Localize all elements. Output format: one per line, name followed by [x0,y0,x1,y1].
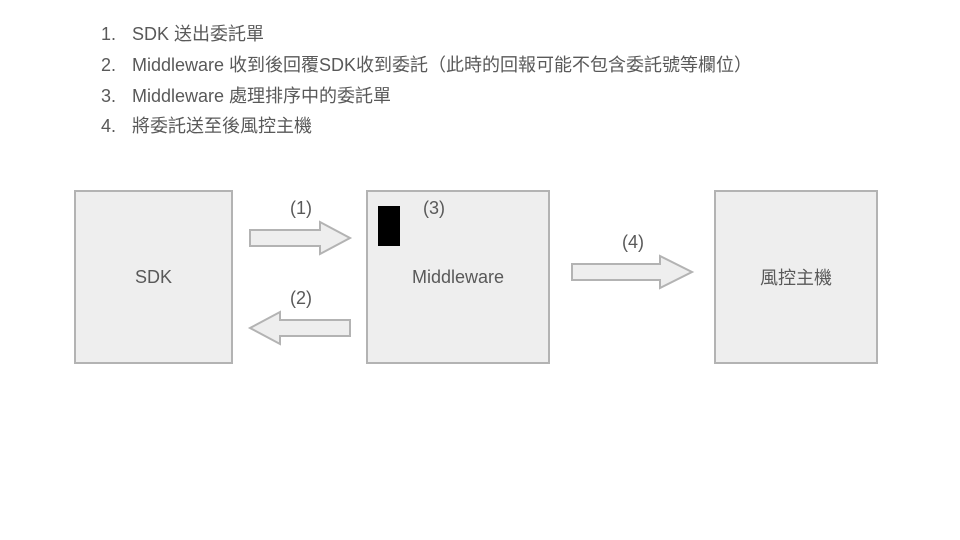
list-number: 3. [80,82,132,111]
list-text: 將委託送至後風控主機 [132,112,312,141]
arrow-3-label: (3) [414,198,454,219]
list-number: 4. [80,112,132,141]
step-list: 1. SDK 送出委託單 2. Middleware 收到後回覆SDK收到委託（… [80,20,752,143]
list-text: Middleware 處理排序中的委託單 [132,82,391,111]
box-sdk-label: SDK [135,267,172,288]
arrow-4-label: (4) [618,232,648,253]
list-item: 2. Middleware 收到後回覆SDK收到委託（此時的回報可能不包含委託號… [80,51,752,80]
box-risk-label: 風控主機 [760,264,832,290]
list-number: 2. [80,51,132,80]
list-number: 1. [80,20,132,49]
arrow-2-label: (2) [286,288,316,309]
arrow-2 [250,312,350,344]
list-item: 3. Middleware 處理排序中的委託單 [80,82,752,111]
black-marker [378,206,400,246]
arrow-1-label: (1) [286,198,316,219]
box-sdk: SDK [74,190,233,364]
list-text: Middleware 收到後回覆SDK收到委託（此時的回報可能不包含委託號等欄位… [132,51,752,80]
arrow-4 [572,256,692,288]
box-risk: 風控主機 [714,190,878,364]
arrow-1 [250,222,350,254]
box-middleware-label: Middleware [412,267,504,288]
list-item: 4. 將委託送至後風控主機 [80,112,752,141]
list-item: 1. SDK 送出委託單 [80,20,752,49]
list-text: SDK 送出委託單 [132,20,264,49]
